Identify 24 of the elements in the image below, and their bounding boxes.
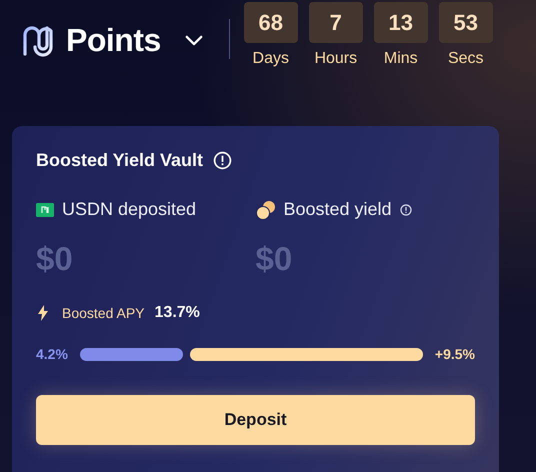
coins-icon	[256, 200, 276, 220]
info-icon[interactable]	[400, 204, 412, 216]
deposit-button[interactable]: Deposit	[36, 395, 475, 445]
countdown-value: 68	[244, 2, 298, 43]
boost-rate: +9.5%	[434, 346, 475, 362]
stat-label: USDN deposited	[62, 199, 196, 220]
stat-value: $0	[36, 240, 74, 278]
countdown-value: 13	[374, 2, 428, 43]
stat-label: Boosted yield	[284, 199, 392, 220]
base-rate: 4.2%	[36, 346, 68, 362]
chevron-down-icon[interactable]	[184, 35, 203, 46]
lightning-icon	[38, 305, 48, 321]
countdown-label: Secs	[448, 50, 484, 68]
stat-value: $0	[256, 240, 294, 278]
banknote-icon	[36, 202, 54, 216]
countdown-value: 53	[438, 2, 493, 43]
apy-label: Boosted APY	[62, 305, 145, 321]
countdown-label: Hours	[314, 50, 358, 68]
card-title: Boosted Yield Vault	[36, 150, 204, 171]
countdown-value: 7	[308, 2, 363, 43]
countdown-label: Days	[252, 50, 289, 68]
page-title: Points	[66, 22, 161, 59]
apy-value: 13.7%	[154, 304, 200, 322]
countdown-label: Mins	[384, 50, 418, 68]
